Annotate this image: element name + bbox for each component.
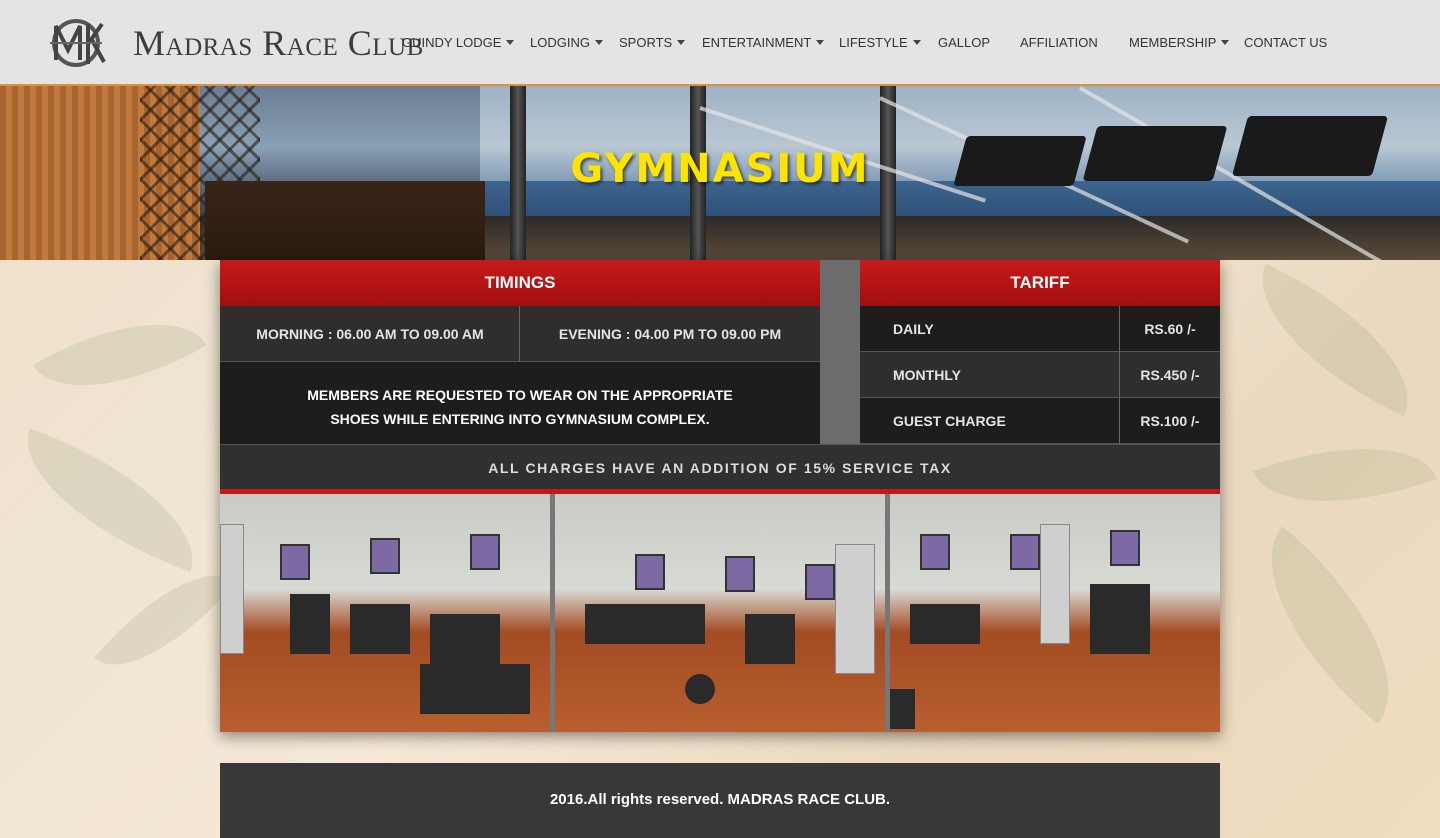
nav-label: ENTERTAINMENT <box>702 35 812 50</box>
tariff-label-guest: GUEST CHARGE <box>860 398 1119 444</box>
page-title: GYMNASIUM <box>570 146 870 192</box>
chevron-down-icon <box>677 40 686 45</box>
nav-label: SPORTS <box>619 35 673 50</box>
nav-item-lifestyle[interactable]: LIFESTYLE <box>839 35 921 50</box>
nav-label: GALLOP <box>938 35 991 50</box>
nav-item-contact-us[interactable]: CONTACT US <box>1244 35 1327 50</box>
service-tax-note: ALL CHARGES HAVE AN ADDITION OF 15% SERV… <box>220 444 1220 490</box>
shoe-notice: MEMBERS ARE REQUESTED TO WEAR ON THE APP… <box>220 362 820 444</box>
hero-banner: GYMNASIUM <box>0 86 1440 260</box>
shoe-notice-line1: MEMBERS ARE REQUESTED TO WEAR ON THE APP… <box>307 387 733 403</box>
main-nav: GUINDY LODGE LODGING SPORTS ENTERTAINMEN… <box>0 35 1440 55</box>
nav-item-gallop[interactable]: GALLOP <box>938 35 990 50</box>
chevron-down-icon <box>594 40 603 45</box>
nav-item-lodging[interactable]: LODGING <box>530 35 603 50</box>
chevron-down-icon <box>816 40 825 45</box>
nav-label: LIFESTYLE <box>839 35 908 50</box>
tariff-price-daily: RS.60 /- <box>1120 306 1220 352</box>
site-footer: 2016.All rights reserved. MADRAS RACE CL… <box>220 763 1220 838</box>
nav-label: AFFILIATION <box>1020 35 1098 50</box>
morning-timing: MORNING : 06.00 AM TO 09.00 AM <box>220 306 520 362</box>
nav-item-membership[interactable]: MEMBERSHIP <box>1129 35 1230 50</box>
chevron-down-icon <box>1221 40 1230 45</box>
shoe-notice-line2: SHOES WHILE ENTERING INTO GYMNASIUM COMP… <box>330 411 710 427</box>
gym-photo-2[interactable] <box>555 494 885 732</box>
gym-photo-gallery <box>220 494 1220 732</box>
chevron-down-icon <box>506 40 515 45</box>
nav-item-affiliation[interactable]: AFFILIATION <box>1020 35 1098 50</box>
nav-label: GUINDY LODGE <box>402 35 502 50</box>
nav-label: CONTACT US <box>1244 35 1328 50</box>
tariff-label-monthly: MONTHLY <box>860 352 1119 398</box>
nav-item-entertainment[interactable]: ENTERTAINMENT <box>702 35 825 50</box>
timings-heading: TIMINGS <box>220 260 820 306</box>
chevron-down-icon <box>912 40 921 45</box>
nav-label: MEMBERSHIP <box>1129 35 1217 50</box>
nav-item-sports[interactable]: SPORTS <box>619 35 686 50</box>
nav-label: LODGING <box>530 35 590 50</box>
gym-photo-3[interactable] <box>890 494 1220 732</box>
gym-info-panel: TIMINGS MORNING : 06.00 AM TO 09.00 AM E… <box>220 260 1220 732</box>
nav-item-guindy-lodge[interactable]: GUINDY LODGE <box>402 35 515 50</box>
evening-timing: EVENING : 04.00 PM TO 09.00 PM <box>520 306 820 362</box>
tariff-price-monthly: RS.450 /- <box>1120 352 1220 398</box>
site-header: Madras Race Club GUINDY LODGE LODGING SP… <box>0 0 1440 86</box>
tariff-price-guest: RS.100 /- <box>1120 398 1220 444</box>
tariff-heading: TARIFF <box>860 260 1220 306</box>
gym-photo-1[interactable] <box>220 494 550 732</box>
tariff-label-daily: DAILY <box>860 306 1119 352</box>
copyright-text: 2016.All rights reserved. MADRAS RACE CL… <box>549 791 891 808</box>
